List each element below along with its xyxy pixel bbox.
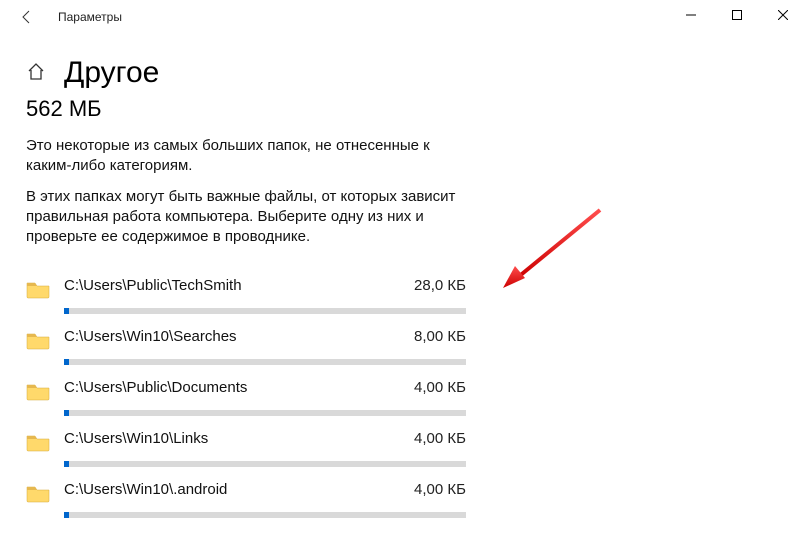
folder-path: C:\Users\Win10\.android: [64, 481, 227, 498]
folder-size: 8,00 КБ: [414, 328, 466, 345]
page-description: Это некоторые из самых больших папок, не…: [26, 136, 466, 247]
folder-icon: [26, 483, 50, 503]
folder-item[interactable]: C:\Users\Win10\Links 4,00 КБ: [26, 420, 466, 471]
window-controls: [668, 0, 806, 30]
folder-item[interactable]: C:\Users\Win10\Searches 8,00 КБ: [26, 318, 466, 369]
usage-bar-fill: [64, 512, 69, 518]
folder-size: 28,0 КБ: [414, 277, 466, 294]
page-content: Другое 562 МБ Это некоторые из самых бол…: [0, 34, 806, 522]
folder-size: 4,00 КБ: [414, 430, 466, 447]
close-button[interactable]: [760, 0, 806, 30]
folder-size: 4,00 КБ: [414, 481, 466, 498]
folder-body: C:\Users\Public\Documents 4,00 КБ: [64, 379, 466, 416]
usage-bar: [64, 308, 466, 314]
folder-size: 4,00 КБ: [414, 379, 466, 396]
usage-bar-fill: [64, 410, 69, 416]
description-text-2: В этих папках могут быть важные файлы, о…: [26, 187, 466, 248]
usage-bar-fill: [64, 461, 69, 467]
titlebar: Параметры: [0, 0, 806, 34]
folder-body: C:\Users\Win10\Searches 8,00 КБ: [64, 328, 466, 365]
home-icon[interactable]: [26, 62, 46, 85]
folder-icon: [26, 330, 50, 350]
folder-path: C:\Users\Win10\Links: [64, 430, 208, 447]
folder-item[interactable]: C:\Users\Win10\.android 4,00 КБ: [26, 471, 466, 522]
usage-bar: [64, 410, 466, 416]
usage-bar: [64, 461, 466, 467]
folder-path: C:\Users\Public\Documents: [64, 379, 247, 396]
usage-bar-fill: [64, 308, 69, 314]
folder-path: C:\Users\Public\TechSmith: [64, 277, 242, 294]
folder-path: C:\Users\Win10\Searches: [64, 328, 237, 345]
folder-item[interactable]: C:\Users\Public\TechSmith 28,0 КБ: [26, 267, 466, 318]
back-button[interactable]: [12, 2, 42, 32]
minimize-button[interactable]: [668, 0, 714, 30]
folder-body: C:\Users\Public\TechSmith 28,0 КБ: [64, 277, 466, 314]
window-title: Параметры: [58, 10, 122, 24]
usage-bar: [64, 359, 466, 365]
folder-icon: [26, 381, 50, 401]
folder-body: C:\Users\Win10\.android 4,00 КБ: [64, 481, 466, 518]
total-size: 562 МБ: [26, 96, 780, 122]
maximize-button[interactable]: [714, 0, 760, 30]
usage-bar: [64, 512, 466, 518]
folder-icon: [26, 432, 50, 452]
page-title: Другое: [64, 56, 159, 90]
usage-bar-fill: [64, 359, 69, 365]
description-text-1: Это некоторые из самых больших папок, не…: [26, 136, 466, 177]
folder-icon: [26, 279, 50, 299]
folder-item[interactable]: C:\Users\Public\Documents 4,00 КБ: [26, 369, 466, 420]
folder-list: C:\Users\Public\TechSmith28,0 КБC:\Users…: [26, 267, 466, 522]
folder-body: C:\Users\Win10\Links 4,00 КБ: [64, 430, 466, 467]
